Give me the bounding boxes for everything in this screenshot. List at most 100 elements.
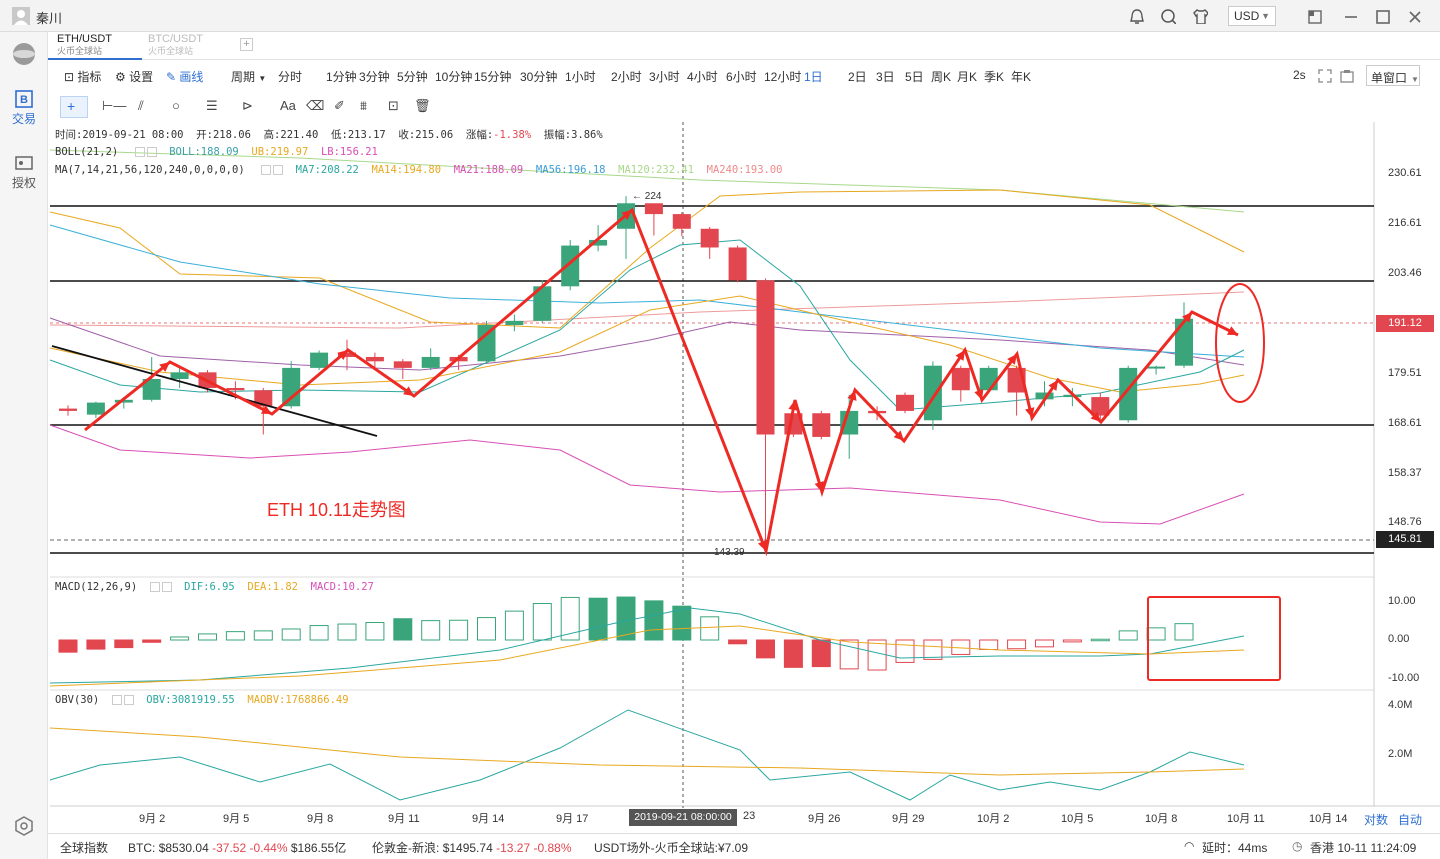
y-tick: 179.51 xyxy=(1388,367,1422,379)
y-tick: 148.76 xyxy=(1388,516,1422,528)
x-tick-label: 10月 2 xyxy=(977,813,1010,825)
y-tick: 203.46 xyxy=(1388,267,1422,279)
maobv-line xyxy=(49,727,1245,776)
macd-bar xyxy=(588,597,608,641)
app-window: 秦川 USD▼ B 交易 授权 ETH/USDT 火币全球站 BTC/USDT xyxy=(0,0,1440,859)
candle-body xyxy=(421,356,440,368)
ma-info: MA(7,14,21,56,120,240,0,0,0,0) MA7:208.2… xyxy=(55,164,783,176)
ohlc-info: 时间:2019-09-21 08:00 开:218.06 高:221.40 低:… xyxy=(55,127,603,142)
btc-volume: $186.55亿 xyxy=(290,841,347,855)
macd-bar xyxy=(58,639,78,653)
x-tick-label: 10月 8 xyxy=(1145,813,1178,825)
settings-small-icon[interactable] xyxy=(149,582,160,592)
obv-tick: 2.0M xyxy=(1388,748,1413,760)
current-price-tag: 191.12 xyxy=(1376,315,1434,332)
macd-tick: 0.00 xyxy=(1388,633,1410,645)
candle-body xyxy=(1147,366,1166,369)
boll-lower-line xyxy=(49,424,1245,525)
macd-name: MACD(12,26,9) xyxy=(55,581,138,593)
macd-bar xyxy=(142,639,162,643)
level-price-tag: 145.81 xyxy=(1376,531,1434,548)
ma240-value: MA240:193.00 xyxy=(706,164,783,176)
high-label: 高: xyxy=(263,129,281,141)
ma-name: MA(7,14,21,56,120,240,0,0,0,0) xyxy=(55,164,245,176)
boll-info: BOLL(21,2) BOLL:188.09 UB:219.97 LB:156.… xyxy=(55,146,378,158)
change-value: -1.38% xyxy=(493,129,532,141)
candle-body xyxy=(644,203,663,215)
close-small-icon[interactable] xyxy=(161,582,172,592)
boll-mid-value: BOLL:188.09 xyxy=(169,146,239,158)
auto-scale-toggle[interactable]: 自动 xyxy=(1398,811,1422,828)
candle-body xyxy=(951,367,970,391)
macd-bar xyxy=(421,620,441,641)
macd-bar xyxy=(281,628,301,641)
x-tick-label: 9月 26 xyxy=(808,813,841,825)
candle-body xyxy=(226,387,245,391)
macd-bar xyxy=(365,622,385,641)
low-value: 213.17 xyxy=(347,129,386,141)
dif-value: DIF:6.95 xyxy=(184,581,235,593)
high-value: 221.40 xyxy=(280,129,319,141)
macd-bar xyxy=(1090,638,1110,642)
obv-name: OBV(30) xyxy=(55,694,100,706)
candle-body xyxy=(282,367,301,407)
btc-change: -37.52 xyxy=(212,841,247,855)
btc-ticker: BTC: $8530.04 -37.52 -0.44% $186.55亿 xyxy=(128,839,346,856)
macd-info: MACD(12,26,9) DIF:6.95 DEA:1.82 MACD:10.… xyxy=(55,581,374,593)
macd-bar xyxy=(1146,627,1166,641)
macd-bar xyxy=(114,639,134,649)
settings-small-icon[interactable] xyxy=(111,695,122,705)
macd-bar xyxy=(337,623,357,641)
macd-bar xyxy=(756,639,775,659)
log-scale-toggle[interactable]: 对数 xyxy=(1364,811,1388,828)
usdt-label: USDT场外-火币全球站: xyxy=(594,841,718,855)
candle-body xyxy=(979,367,998,391)
y-tick: 230.61 xyxy=(1388,167,1422,179)
boll-lower-value: LB:156.21 xyxy=(320,146,378,158)
obv-line xyxy=(49,709,1245,801)
change-label: 涨幅: xyxy=(465,129,494,141)
macd-tick: -10.00 xyxy=(1388,672,1420,684)
annotation-zigzag xyxy=(84,207,1239,557)
ma120-line xyxy=(49,149,1245,213)
x-tick-label: 9月 17 xyxy=(556,813,589,825)
close-small-icon[interactable] xyxy=(272,165,283,175)
close-small-icon[interactable] xyxy=(123,695,134,705)
settings-small-icon[interactable] xyxy=(134,147,145,157)
gold-label: 伦敦金-新浪: xyxy=(372,841,440,855)
macd-bar xyxy=(811,639,831,668)
close-label: 收: xyxy=(398,129,416,141)
usdt-price: ¥7.09 xyxy=(718,841,749,855)
macd-bar xyxy=(170,636,190,641)
low-marker: 143.39 xyxy=(714,547,745,558)
macd-bar xyxy=(1062,639,1082,643)
candle-body xyxy=(923,365,942,421)
crosshair-date-tag: 2019-09-21 08:00:00 xyxy=(629,809,737,826)
macd-bar xyxy=(86,639,106,650)
candle-body xyxy=(170,372,189,379)
gold-change: -13.27 xyxy=(496,841,531,855)
macd-bar xyxy=(644,600,664,641)
x-tick-label: 10月 11 xyxy=(1227,813,1265,825)
ma14-value: MA14:194.80 xyxy=(371,164,442,176)
open-value: 218.06 xyxy=(212,129,251,141)
candle-body xyxy=(700,228,719,248)
obv-value: OBV:3081919.55 xyxy=(146,694,235,706)
gold-percent: -0.88% xyxy=(533,841,572,855)
low-label: 低: xyxy=(330,129,348,141)
time-label: 时间: xyxy=(55,129,83,141)
macd-bar xyxy=(1035,639,1054,648)
global-index-label[interactable]: 全球指数 xyxy=(60,839,108,856)
macd-bar xyxy=(895,639,915,663)
open-label: 开: xyxy=(196,129,213,141)
macd-bar xyxy=(225,631,245,641)
high-marker: ← 224 xyxy=(632,191,662,202)
candle-body xyxy=(393,361,412,368)
x-tick-label: 10月 14 xyxy=(1309,813,1348,825)
macd-bar xyxy=(839,639,859,670)
x-tick-label: 9月 14 xyxy=(472,813,505,825)
clock: 香港 10-11 11:24:09 xyxy=(1310,841,1417,855)
maobv-value: MAOBV:1768866.49 xyxy=(247,694,349,706)
settings-small-icon[interactable] xyxy=(260,165,271,175)
close-small-icon[interactable] xyxy=(146,147,157,157)
